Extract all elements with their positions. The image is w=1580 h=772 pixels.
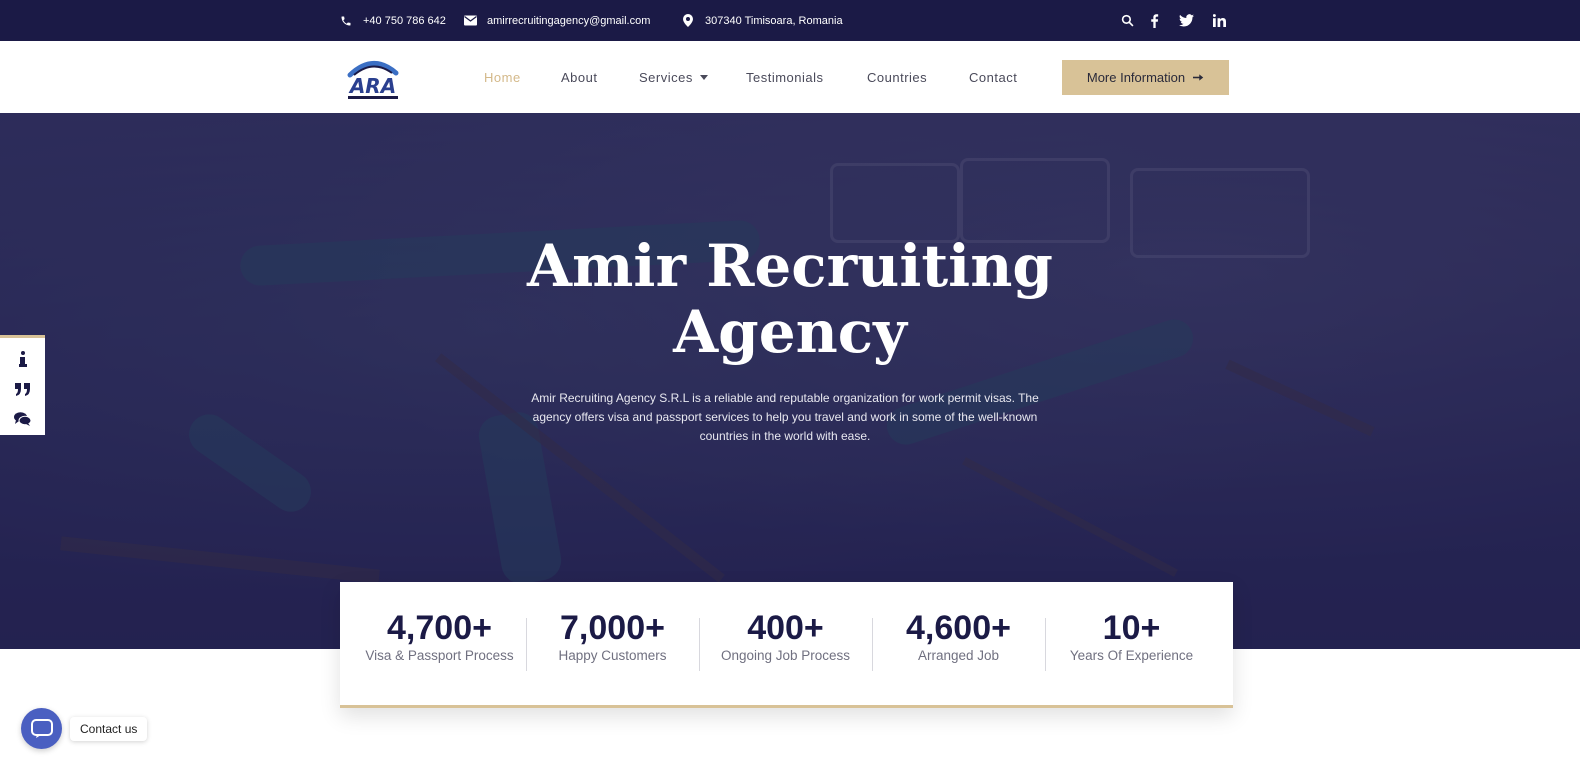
mail-icon: [463, 14, 477, 28]
cta-label: More Information: [1086, 70, 1186, 85]
arrow-right-icon: [1193, 70, 1204, 85]
more-information-button[interactable]: More Information: [1062, 60, 1229, 95]
hero-description: Amir Recruiting Agency S.R.L is a reliab…: [531, 391, 1039, 443]
nav-testimonials[interactable]: Testimonials: [746, 41, 824, 113]
phone-number: +40 750 786 642: [363, 14, 446, 27]
address-text: 307340 Timisoara, Romania: [705, 14, 843, 27]
info-icon[interactable]: [0, 344, 45, 374]
stat-label: Ongoing Job Process: [720, 648, 851, 663]
chat-button[interactable]: [21, 708, 62, 749]
hero-overlay: [0, 113, 1580, 649]
comments-icon[interactable]: [0, 404, 45, 434]
address-info: 307340 Timisoara, Romania: [681, 0, 843, 41]
main-header: ARA Home About Services Testimonials Cou…: [0, 41, 1580, 113]
phone-icon: [339, 14, 353, 28]
stat-years-experience: 10+ Years Of Experience: [1045, 608, 1218, 663]
stat-label: Years Of Experience: [1069, 648, 1194, 663]
hero-title-line-1: Amir Recruiting: [527, 232, 1053, 300]
stat-visa-passport: 4,700+ Visa & Passport Process: [353, 608, 526, 663]
stat-happy-customers: 7,000+ Happy Customers: [526, 608, 699, 663]
nav-countries[interactable]: Countries: [867, 41, 927, 113]
search-icon[interactable]: [1118, 0, 1136, 41]
top-bar: +40 750 786 642 amirrecruitingagency@gma…: [0, 0, 1580, 41]
stat-value: 10+: [1102, 609, 1161, 647]
stat-arranged-jobs: 4,600+ Arranged Job: [872, 608, 1045, 663]
nav-about[interactable]: About: [561, 41, 597, 113]
phone-contact[interactable]: +40 750 786 642: [339, 0, 446, 41]
stat-value: 7,000+: [560, 609, 665, 647]
stat-label: Visa & Passport Process: [365, 648, 514, 663]
linkedin-icon[interactable]: [1210, 0, 1228, 41]
stat-ongoing-jobs: 400+ Ongoing Job Process: [699, 608, 872, 663]
email-address: amirrecruitingagency@gmail.com: [487, 14, 651, 27]
nav-services[interactable]: Services: [639, 41, 708, 113]
nav-contact[interactable]: Contact: [969, 41, 1017, 113]
stat-value: 4,600+: [906, 609, 1011, 647]
stat-value: 4,700+: [387, 609, 492, 647]
stats-panel: 4,700+ Visa & Passport Process 7,000+ Ha…: [340, 582, 1233, 708]
stat-value: 400+: [747, 609, 824, 647]
stat-label: Happy Customers: [558, 648, 667, 663]
location-pin-icon: [681, 14, 695, 28]
side-quick-links: [0, 335, 45, 435]
stat-label: Arranged Job: [917, 648, 1000, 663]
nav-services-label: Services: [639, 69, 693, 85]
logo-text: ARA: [348, 74, 396, 98]
chat-bubble-icon: [30, 718, 53, 738]
hero-title-line-2: Agency: [673, 298, 907, 366]
email-contact[interactable]: amirrecruitingagency@gmail.com: [463, 0, 650, 41]
contact-us-label[interactable]: Contact us: [70, 717, 148, 741]
site-logo[interactable]: ARA: [340, 51, 406, 103]
chevron-down-icon: [699, 74, 708, 80]
nav-home[interactable]: Home: [484, 41, 521, 113]
hero-section: Amir Recruiting Agency Amir Recruiting A…: [0, 113, 1580, 649]
quote-icon[interactable]: [0, 374, 45, 404]
hero-title: Amir Recruiting Agency: [440, 233, 1140, 365]
twitter-icon[interactable]: [1177, 0, 1195, 41]
facebook-icon[interactable]: [1145, 0, 1163, 41]
